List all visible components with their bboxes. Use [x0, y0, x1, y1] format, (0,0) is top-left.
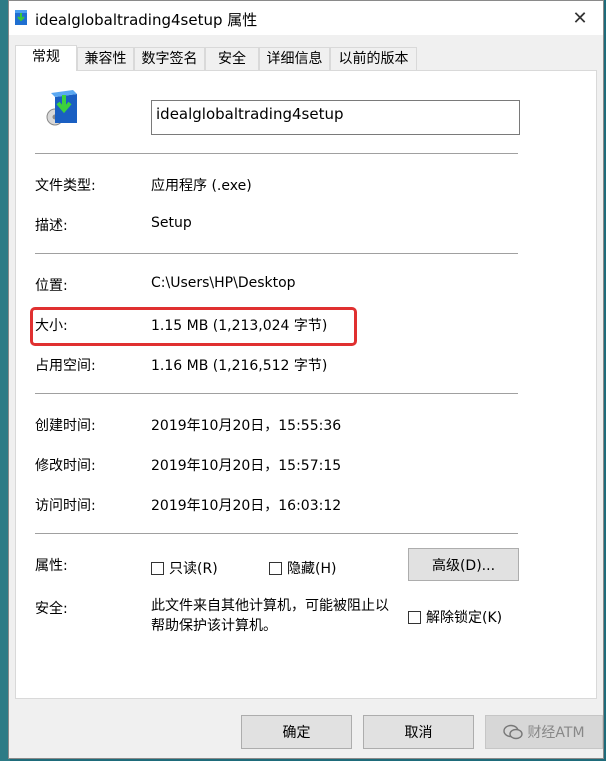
description-label: 描述: — [35, 218, 68, 234]
installer-icon — [46, 90, 77, 126]
advanced-button[interactable]: 高级(D)... — [408, 548, 519, 581]
security-warning-text: 此文件来自其他计算机，可能被阻止以帮助保护该计算机。 — [151, 598, 389, 634]
readonly-label: 只读(R) — [169, 561, 218, 577]
checkbox-icon — [269, 561, 282, 575]
modified-value: 2019年10月20日，15:57:15 — [151, 458, 342, 474]
ok-button[interactable]: 确定 — [241, 715, 352, 749]
size-on-disk-value: 1.16 MB (1,216,512 字节) — [151, 358, 328, 374]
window-title: idealglobaltrading4setup 属性 — [35, 11, 258, 29]
tab-previous-versions[interactable]: 以前的版本 — [330, 47, 417, 70]
tab-digital-signatures[interactable]: 数字签名 — [134, 47, 205, 70]
properties-dialog: idealglobaltrading4setup 属性 ✕ 常规 兼容性 数字签… — [8, 0, 604, 759]
tab-general[interactable]: 常规 — [15, 45, 77, 71]
unblock-label: 解除锁定(K) — [426, 610, 503, 626]
readonly-checkbox[interactable]: 只读(R) — [151, 558, 218, 578]
cancel-button[interactable]: 取消 — [363, 715, 474, 749]
watermark-text: 财经ATM — [527, 725, 585, 741]
close-button[interactable]: ✕ — [557, 1, 603, 35]
chat-bubble-icon — [503, 724, 524, 740]
hidden-checkbox[interactable]: 隐藏(H) — [269, 558, 336, 578]
tab-security[interactable]: 安全 — [205, 47, 259, 70]
hidden-label: 隐藏(H) — [287, 561, 337, 577]
accessed-value: 2019年10月20日，16:03:12 — [151, 498, 342, 514]
created-label: 创建时间: — [35, 418, 96, 434]
modified-label: 修改时间: — [35, 458, 96, 474]
tab-compatibility[interactable]: 兼容性 — [77, 47, 134, 70]
divider — [35, 393, 518, 394]
divider — [35, 253, 518, 254]
close-icon: ✕ — [572, 7, 588, 29]
watermark: 财经ATM — [485, 715, 603, 749]
divider — [35, 153, 518, 154]
title-bar: idealglobaltrading4setup 属性 ✕ — [9, 1, 603, 35]
attributes-label: 属性: — [35, 558, 68, 574]
size-on-disk-label: 占用空间: — [35, 358, 96, 374]
general-tab-panel: idealglobaltrading4setup 文件类型: 应用程序 (.ex… — [15, 70, 597, 699]
description-value: Setup — [151, 215, 192, 231]
security-label: 安全: — [35, 601, 68, 617]
location-label: 位置: — [35, 278, 68, 294]
checkbox-icon — [408, 610, 421, 624]
checkbox-icon — [151, 561, 164, 575]
tab-details[interactable]: 详细信息 — [259, 47, 330, 70]
installer-icon — [15, 10, 27, 25]
accessed-label: 访问时间: — [35, 498, 96, 514]
created-value: 2019年10月20日，15:55:36 — [151, 418, 342, 434]
file-type-label: 文件类型: — [35, 178, 96, 194]
location-value: C:\Users\HP\Desktop — [151, 275, 296, 291]
unblock-checkbox[interactable]: 解除锁定(K) — [408, 607, 502, 627]
file-type-value: 应用程序 (.exe) — [151, 178, 252, 194]
file-name-field[interactable]: idealglobaltrading4setup — [151, 100, 520, 135]
divider — [35, 533, 518, 534]
size-highlight-box — [30, 307, 357, 346]
